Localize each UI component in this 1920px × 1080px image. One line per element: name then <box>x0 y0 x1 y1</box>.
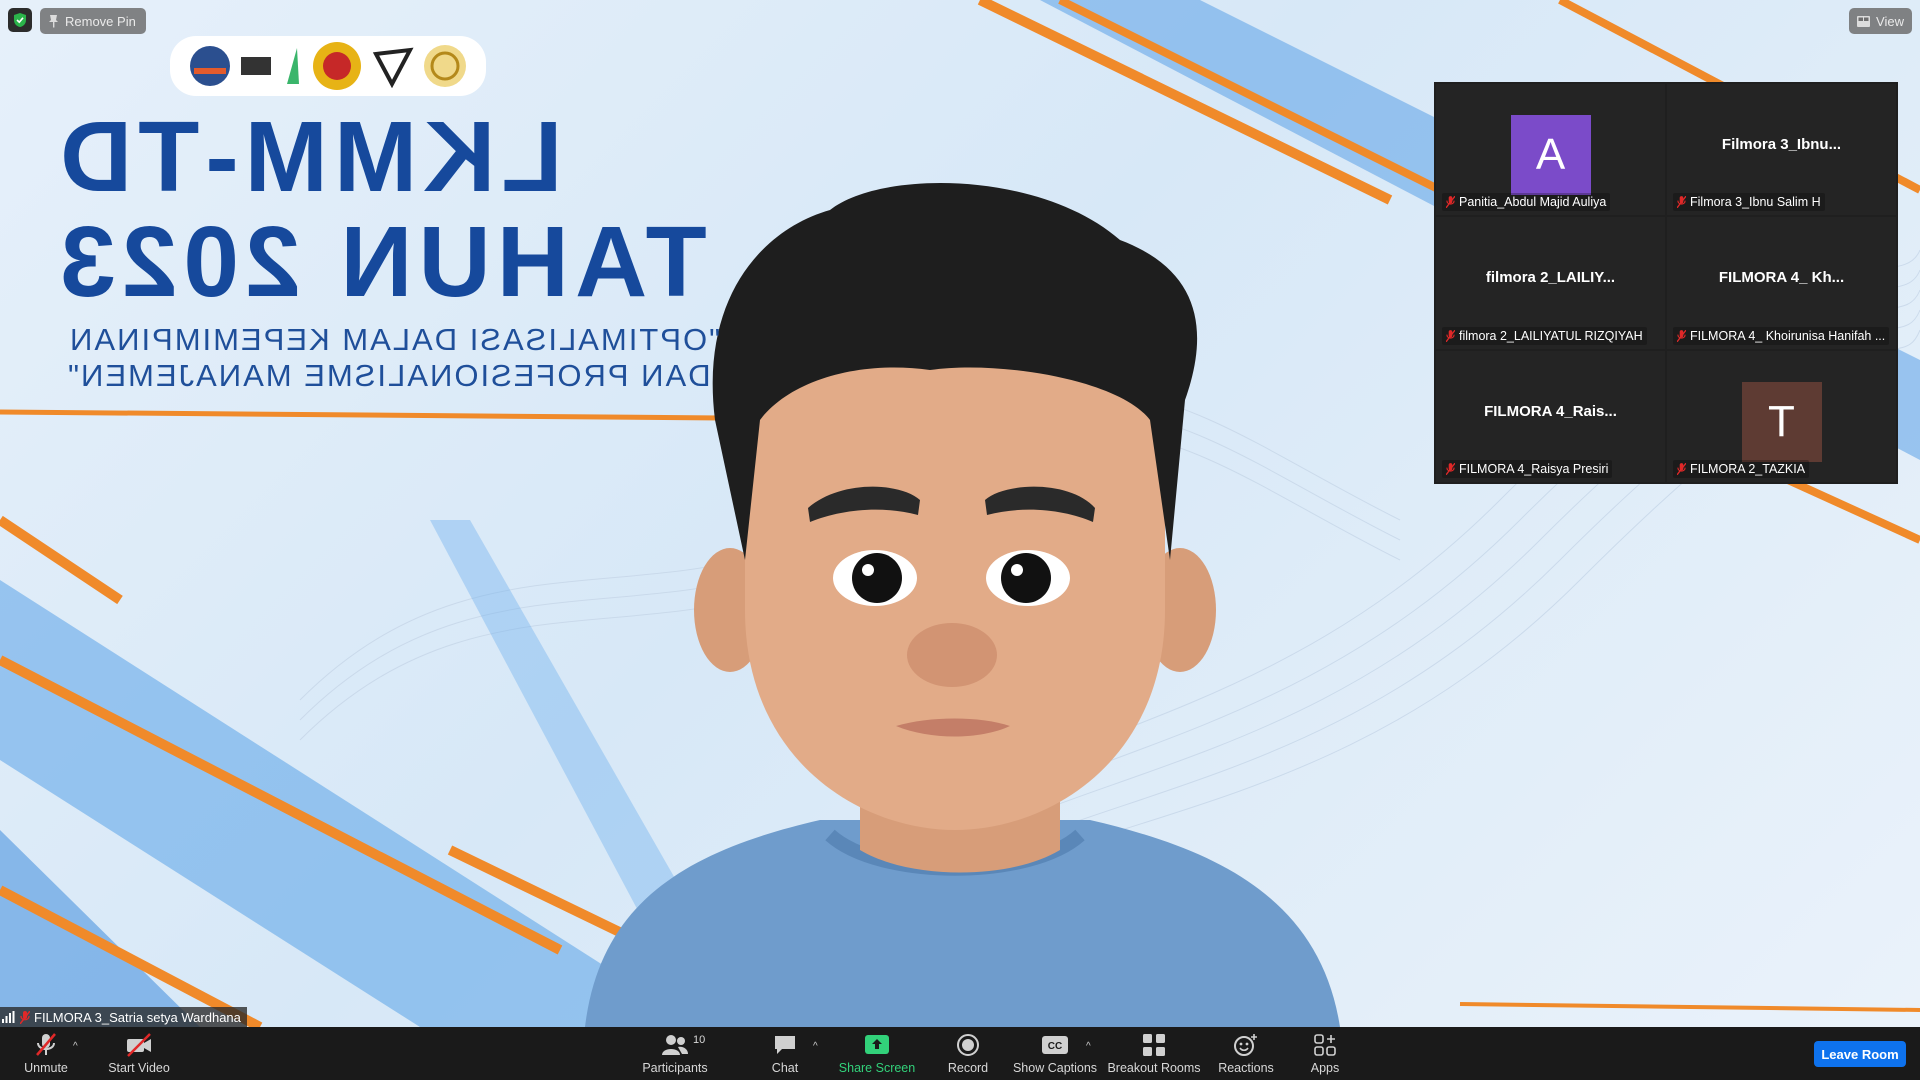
participant-tile[interactable]: filmora 2_LAILIY... filmora 2_LAILIYATUL… <box>1436 217 1665 349</box>
participant-display-name: filmora 2_LAILIY... <box>1485 269 1616 287</box>
participant-tile[interactable]: T FILMORA 2_TAZKIA <box>1667 350 1896 482</box>
participant-name-label: filmora 2_LAILIYATUL RIZQIYAH <box>1442 326 1647 345</box>
participant-avatar: T <box>1741 381 1822 462</box>
participant-name-label: Filmora 3_Ibnu Salim H <box>1673 193 1825 212</box>
apps-label: Apps <box>1310 1061 1340 1075</box>
participants-count: 10 <box>693 1034 706 1046</box>
reactions-smiley-icon <box>1234 1034 1257 1056</box>
security-shield-icon[interactable] <box>8 8 32 32</box>
video-off-icon <box>127 1033 151 1057</box>
participant-display-name: FILMORA 4_Rais... <box>1484 402 1617 420</box>
participant-tile[interactable]: FILMORA 4_Rais... FILMORA 4_Raisya Presi… <box>1436 350 1665 482</box>
reactions-button[interactable]: Reactions <box>1218 1027 1274 1080</box>
active-speaker-name: FILMORA 3_Satria setya Wardhana <box>34 1009 241 1025</box>
banner-subtitle-line2: DAN PROFESIONALISME MANAJEMEN" <box>66 358 711 393</box>
pin-icon <box>49 15 58 28</box>
participants-gallery: A Panitia_Abdul Majid Auliya Filmora 3_I… <box>1434 82 1898 484</box>
muted-mic-icon <box>1446 462 1455 475</box>
logo-icon <box>312 42 361 90</box>
share-screen-icon <box>865 1035 889 1054</box>
participant-name-label: FILMORA 4_ Khoirunisa Hanifah ... <box>1673 326 1890 345</box>
banner-subtitle-line1: "OPTIMALISASI DALAM KEPEMIMPINAN <box>68 322 721 357</box>
active-speaker-label: FILMORA 3_Satria setya Wardhana <box>0 1007 247 1027</box>
record-icon <box>957 1034 979 1056</box>
logo-icon <box>241 57 272 75</box>
participant-display-name: Filmora 3_Ibnu... <box>1721 136 1842 153</box>
view-label: View <box>1876 13 1904 29</box>
show-captions-label: Show Captions <box>1012 1061 1098 1075</box>
participant-name-label: Panitia_Abdul Majid Auliya <box>1442 193 1611 212</box>
chat-label: Chat <box>771 1061 799 1075</box>
participant-name-label: FILMORA 2_TAZKIA <box>1673 459 1810 478</box>
logo-icon <box>424 45 467 87</box>
sponsor-logos <box>170 36 486 96</box>
muted-mic-icon <box>1677 462 1686 475</box>
audio-options-caret-icon[interactable]: ^ <box>73 1041 78 1052</box>
muted-mic-icon <box>1446 196 1455 209</box>
remove-pin-label: Remove Pin <box>65 13 136 29</box>
chat-bubble-icon <box>775 1036 795 1054</box>
participants-label: Participants <box>642 1061 708 1075</box>
muted-microphone-icon <box>36 1033 56 1056</box>
zoom-meeting-window: LKMM-TD TAHUN 2023 "OPTIMALISASI DALAM K… <box>0 0 1920 1080</box>
banner-title-line1: LKMM-TD <box>54 101 563 213</box>
logo-icon <box>189 46 230 86</box>
participants-icon <box>662 1035 688 1055</box>
muted-mic-icon <box>1446 329 1455 342</box>
record-label: Record <box>947 1061 989 1075</box>
chat-options-caret-icon[interactable]: ^ <box>813 1041 818 1052</box>
participant-tile[interactable]: A Panitia_Abdul Majid Auliya <box>1436 84 1665 216</box>
logo-icon <box>373 47 415 88</box>
breakout-rooms-label: Breakout Rooms <box>1107 1061 1201 1075</box>
remove-pin-button[interactable]: Remove Pin <box>40 8 146 34</box>
participant-tile[interactable]: Filmora 3_Ibnu... Filmora 3_Ibnu Salim H <box>1667 84 1896 216</box>
show-captions-button[interactable]: CC Show Captions <box>1012 1027 1098 1080</box>
share-screen-label: Share Screen <box>838 1061 916 1075</box>
record-button[interactable]: Record <box>944 1027 992 1080</box>
grid-view-icon <box>1857 15 1871 27</box>
apps-icon <box>1314 1034 1336 1056</box>
breakout-rooms-button[interactable]: Breakout Rooms <box>1107 1027 1201 1080</box>
start-video-label: Start Video <box>108 1061 170 1075</box>
participants-button[interactable]: 10 Participants <box>640 1027 710 1080</box>
share-screen-button[interactable]: Share Screen <box>838 1027 916 1080</box>
apps-button[interactable]: Apps <box>1306 1027 1344 1080</box>
reactions-label: Reactions <box>1218 1061 1274 1075</box>
participant-avatar: A <box>1510 115 1591 195</box>
participant-display-name: FILMORA 4_ Kh... <box>1718 269 1845 287</box>
captions-options-caret-icon[interactable]: ^ <box>1086 1041 1091 1052</box>
participant-name-label: FILMORA 4_Raisya Presiri <box>1442 459 1613 478</box>
leave-room-button[interactable]: Leave Room <box>1814 1041 1906 1067</box>
logo-icon <box>287 48 300 84</box>
view-button[interactable]: View <box>1849 8 1912 34</box>
muted-mic-icon <box>20 1010 30 1024</box>
signal-strength-icon <box>2 1011 15 1023</box>
closed-captions-icon: CC <box>1042 1036 1068 1054</box>
participant-tile[interactable]: FILMORA 4_ Kh... FILMORA 4_ Khoirunisa H… <box>1667 217 1896 349</box>
chat-button[interactable]: Chat <box>764 1027 806 1080</box>
start-video-button[interactable]: Start Video <box>104 1027 174 1080</box>
meeting-toolbar: Unmute ^ Start Video 10 Participants Cha… <box>0 1027 1920 1080</box>
unmute-button[interactable]: Unmute <box>20 1027 72 1080</box>
unmute-label: Unmute <box>24 1061 68 1075</box>
banner-title-line2: TAHUN 2023 <box>54 206 707 318</box>
breakout-rooms-icon <box>1143 1034 1165 1056</box>
svg-text:CC: CC <box>1048 1041 1062 1052</box>
muted-mic-icon <box>1677 196 1686 209</box>
muted-mic-icon <box>1677 329 1686 342</box>
